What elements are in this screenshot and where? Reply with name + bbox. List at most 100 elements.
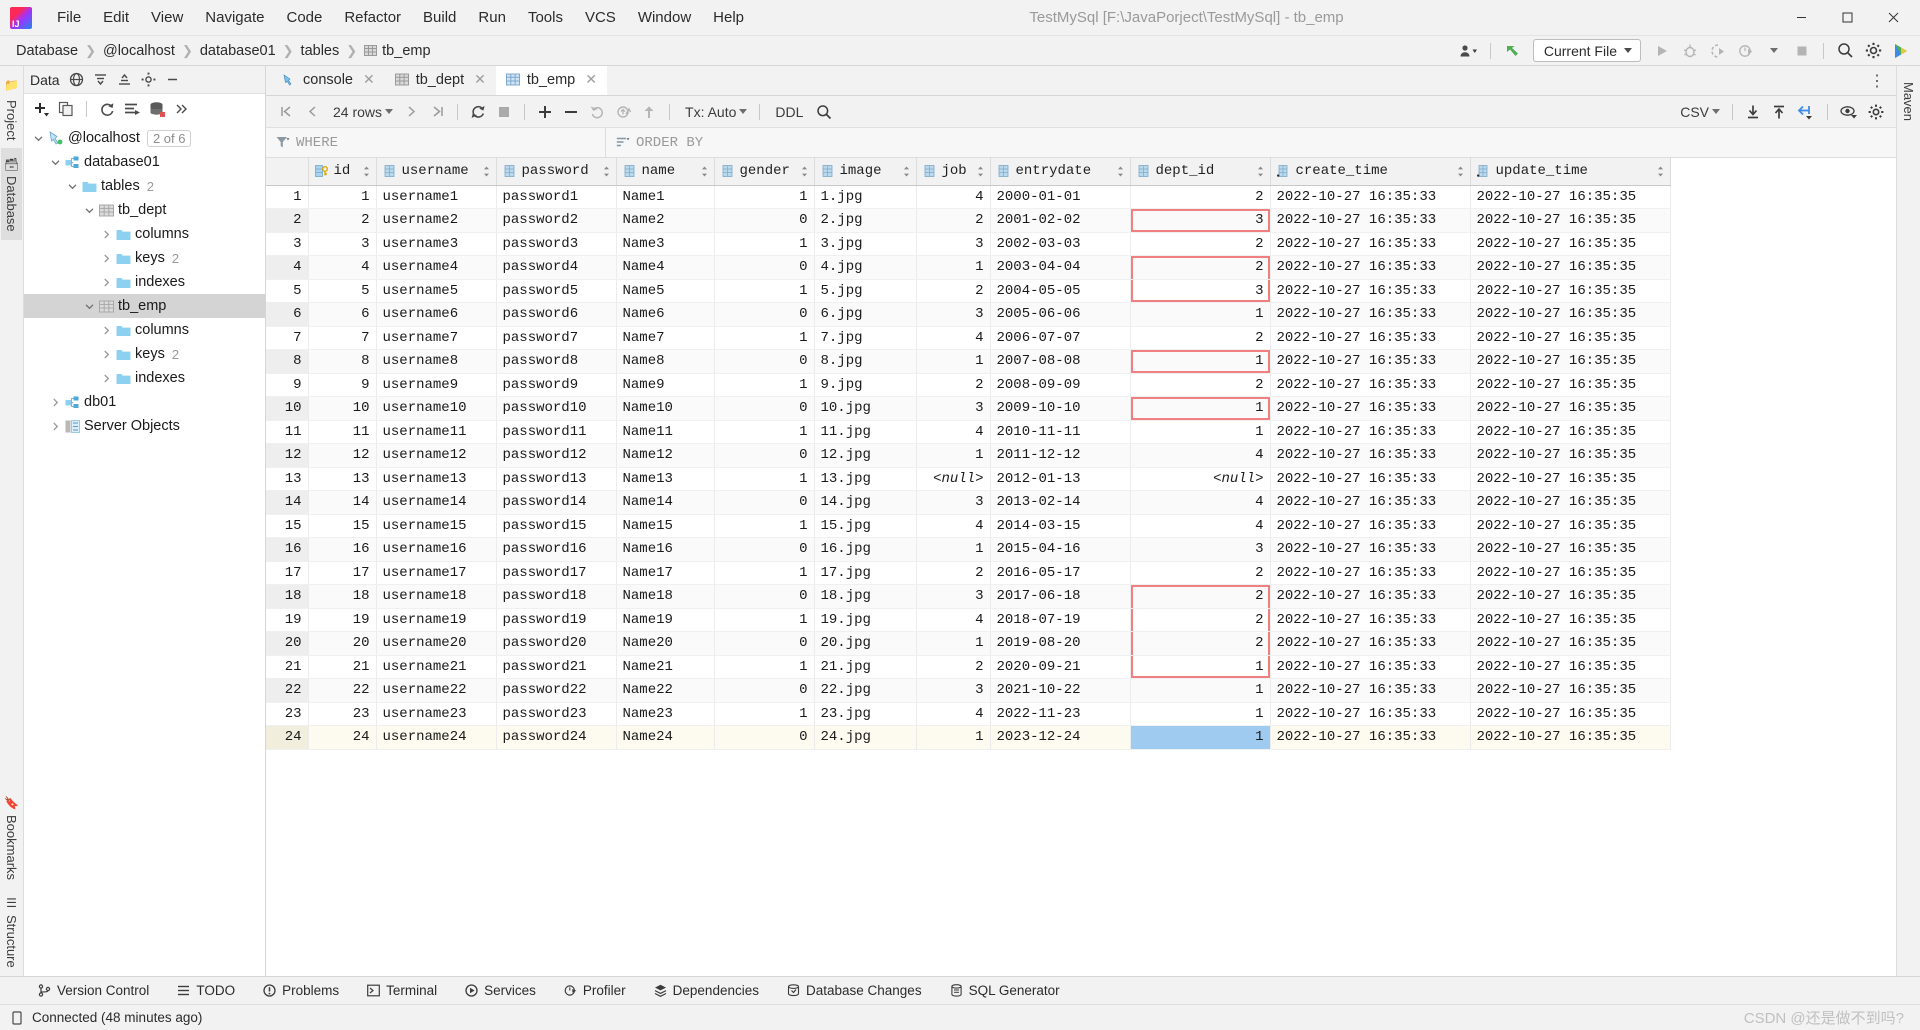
cell-gender[interactable]: 0 [714,678,815,703]
cell-id[interactable]: 16 [308,537,377,562]
query-console-icon[interactable] [121,98,143,120]
cell-entrydate[interactable]: 2020-09-21 [990,655,1131,679]
cell-update_time[interactable]: 2022-10-27 16:35:35 [1470,655,1671,679]
cell-gender[interactable]: 0 [714,443,815,468]
cell-gender[interactable]: 1 [714,185,815,209]
first-page-icon[interactable] [274,100,298,124]
cell-job[interactable]: 1 [916,349,991,374]
cell-job[interactable]: 4 [916,702,991,726]
sort-toggle-icon[interactable] [1457,166,1464,177]
cell-name[interactable]: Name19 [616,608,715,632]
tree-node-columns[interactable]: columns [24,318,265,342]
tree-node-tb-emp[interactable]: tb_emp [24,294,265,318]
chevron-down-icon[interactable] [1761,39,1787,63]
cell-id[interactable]: 6 [308,302,377,327]
cell-gender[interactable]: 0 [714,490,815,515]
cell-name[interactable]: Name15 [616,514,715,538]
cell-username[interactable]: username16 [376,537,497,562]
cell-image[interactable]: 10.jpg [814,396,917,421]
cell-update_time[interactable]: 2022-10-27 16:35:35 [1470,725,1671,750]
menu-build[interactable]: Build [412,5,467,30]
cell-gender[interactable]: 1 [714,232,815,256]
column-header-gender[interactable]: gender [714,158,815,186]
cell-username[interactable]: username3 [376,232,497,256]
cell-id[interactable]: 8 [308,349,377,374]
cell-update_time[interactable]: 2022-10-27 16:35:35 [1470,702,1671,726]
column-header-create_time[interactable]: create_time [1270,158,1471,186]
close-icon[interactable]: ✕ [474,71,486,88]
cell-dept_id[interactable]: 2 [1130,584,1271,609]
chevron-right-icon[interactable] [98,230,114,239]
prev-page-icon[interactable] [300,100,324,124]
tool-window-structure[interactable]: ☰ Structure [1,888,22,976]
cell-username[interactable]: username12 [376,443,497,468]
cell-create_time[interactable]: 2022-10-27 16:35:33 [1270,702,1471,726]
cell-id[interactable]: 22 [308,678,377,703]
cell-gender[interactable]: 1 [714,326,815,350]
cell-name[interactable]: Name17 [616,561,715,585]
table-row[interactable]: 13 13 username13 password13 Name13 1 13.jpg <nu… [266,467,1671,491]
cell-job[interactable]: 1 [916,255,991,280]
cell-username[interactable]: username4 [376,255,497,280]
cell-entrydate[interactable]: 2004-05-05 [990,279,1131,303]
cell-create_time[interactable]: 2022-10-27 16:35:33 [1270,537,1471,562]
cell-dept_id[interactable]: 1 [1130,302,1271,327]
chevron-down-icon[interactable] [81,302,97,311]
cell-username[interactable]: username15 [376,514,497,538]
table-row[interactable]: 7 7 username7 password7 Name7 1 7.jpg 4 2006-07-… [266,326,1671,350]
tab-tb-emp[interactable]: tb_emp ✕ [495,66,607,95]
table-row[interactable]: 3 3 username3 password3 Name3 1 3.jpg 3 2002-03-… [266,232,1671,256]
table-row[interactable]: 11 11 username11 password11 Name11 1 11.jpg 4 20… [266,420,1671,444]
copy-icon[interactable] [55,98,77,120]
cell-create_time[interactable]: 2022-10-27 16:35:33 [1270,396,1471,421]
cell-username[interactable]: username22 [376,678,497,703]
cell-create_time[interactable]: 2022-10-27 16:35:33 [1270,349,1471,374]
menu-view[interactable]: View [140,5,194,30]
cell-name[interactable]: Name1 [616,185,715,209]
cell-password[interactable]: password17 [496,561,617,585]
cell-entrydate[interactable]: 2000-01-01 [990,185,1131,209]
cell-update_time[interactable]: 2022-10-27 16:35:35 [1470,349,1671,374]
chevron-right-icon[interactable] [98,254,114,263]
cell-password[interactable]: password14 [496,490,617,515]
cell-dept_id[interactable]: 4 [1130,490,1271,515]
cell-name[interactable]: Name9 [616,373,715,397]
cell-entrydate[interactable]: 2007-08-08 [990,349,1131,374]
cell-update_time[interactable]: 2022-10-27 16:35:35 [1470,373,1671,397]
cell-entrydate[interactable]: 2011-12-12 [990,443,1131,468]
data-grid[interactable]: id username password name gender image job entr… [266,158,1896,976]
cell-password[interactable]: password8 [496,349,617,374]
cell-update_time[interactable]: 2022-10-27 16:35:35 [1470,326,1671,350]
cell-dept_id[interactable]: 1 [1130,349,1271,374]
jump-to-icon[interactable] [1793,100,1819,124]
cell-entrydate[interactable]: 2003-04-04 [990,255,1131,280]
cell-username[interactable]: username8 [376,349,497,374]
cell-username[interactable]: username13 [376,467,497,491]
cell-dept_id[interactable]: 1 [1130,725,1271,750]
cell-dept_id[interactable]: 4 [1130,443,1271,468]
table-row[interactable]: 15 15 username15 password15 Name15 1 15.jpg 4 20… [266,514,1671,538]
sort-toggle-icon[interactable] [483,166,490,177]
cell-id[interactable]: 20 [308,631,377,656]
cell-image[interactable]: 21.jpg [814,655,917,679]
cell-password[interactable]: password21 [496,655,617,679]
cell-gender[interactable]: 0 [714,537,815,562]
cell-create_time[interactable]: 2022-10-27 16:35:33 [1270,255,1471,280]
cell-dept_id[interactable]: 2 [1130,373,1271,397]
cell-job[interactable]: 4 [916,608,991,632]
revert-icon[interactable] [585,100,609,124]
export-format-selector[interactable]: CSV [1673,100,1724,124]
cell-create_time[interactable]: 2022-10-27 16:35:33 [1270,232,1471,256]
cell-create_time[interactable]: 2022-10-27 16:35:33 [1270,420,1471,444]
cell-image[interactable]: 1.jpg [814,185,917,209]
cell-dept_id[interactable]: 2 [1130,326,1271,350]
hide-icon[interactable] [162,69,184,91]
cell-username[interactable]: username19 [376,608,497,632]
tabs-overflow-icon[interactable]: ⋮ [1859,66,1896,95]
table-row[interactable]: 14 14 username14 password14 Name14 0 14.jpg 3 20… [266,490,1671,515]
cell-create_time[interactable]: 2022-10-27 16:35:33 [1270,302,1471,327]
cell-update_time[interactable]: 2022-10-27 16:35:35 [1470,420,1671,444]
cell-name[interactable]: Name11 [616,420,715,444]
close-icon[interactable]: ✕ [363,71,375,88]
debug-icon[interactable] [1677,39,1703,63]
